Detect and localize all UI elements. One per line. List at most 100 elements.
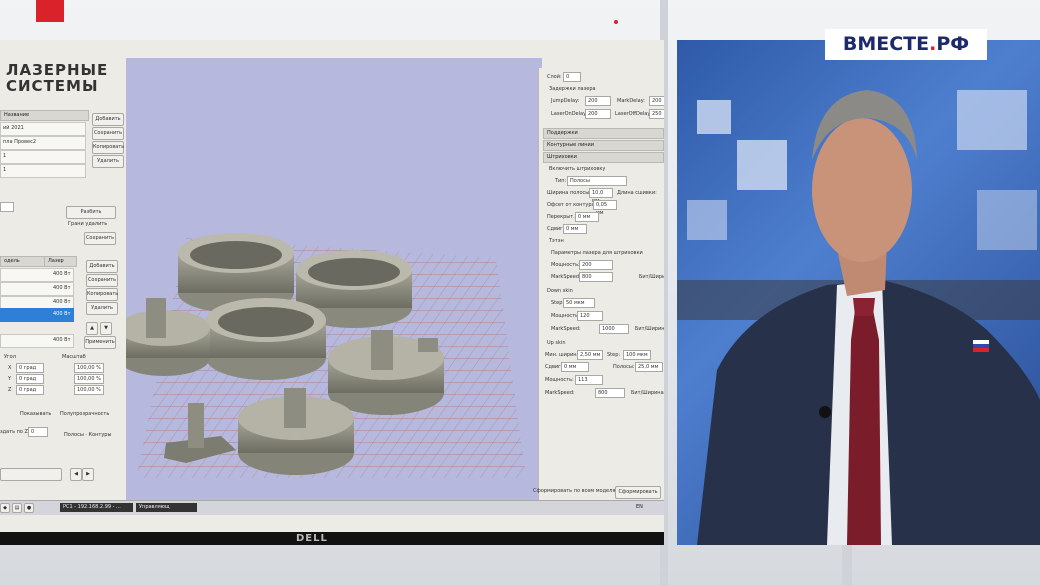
nav-prev-button[interactable]: ◀ bbox=[70, 468, 82, 481]
3d-viewport[interactable] bbox=[118, 58, 542, 500]
transparent-checkbox[interactable]: Полупрозрачность bbox=[60, 411, 109, 417]
laseron-input[interactable]: 200 bbox=[585, 109, 611, 119]
table-row[interactable]: 400 Вт bbox=[0, 268, 74, 282]
table-row[interactable]: 1 bbox=[0, 150, 86, 164]
up-shift-input[interactable]: 0 мм bbox=[561, 362, 589, 372]
show-checkbox[interactable]: Показывать bbox=[20, 411, 51, 417]
enable-hatch-checkbox[interactable]: Включить штриховку bbox=[549, 166, 605, 172]
table-row-selected[interactable]: 400 Вт bbox=[0, 308, 74, 322]
scale-x-input[interactable]: 100,00 % bbox=[74, 363, 104, 373]
table-row[interactable]: 400 Вт bbox=[0, 334, 74, 348]
jumpdelay-input[interactable]: 200 bbox=[585, 96, 611, 106]
move-down-button[interactable]: ▼ bbox=[100, 322, 112, 335]
rot-x-input[interactable]: 0 град bbox=[16, 363, 44, 373]
overlap-input[interactable]: 0 мм bbox=[575, 212, 599, 222]
save2-button[interactable]: Сохранить bbox=[84, 232, 116, 245]
scale-z-input[interactable]: 100,00 % bbox=[74, 385, 104, 395]
slice-button[interactable]: Разбить bbox=[66, 206, 116, 219]
language-indicator[interactable]: EN bbox=[636, 504, 643, 510]
up-step-label: Step: bbox=[607, 352, 621, 358]
apply-button[interactable]: Применить bbox=[84, 336, 116, 349]
down-power-input[interactable]: 120 bbox=[577, 311, 603, 321]
up-stripes-input[interactable]: 25,0 мм bbox=[635, 362, 663, 372]
monitor: ЛАЗЕРНЫЕ СИСТЕМЫ Название ий 2021 пла Пр… bbox=[0, 40, 664, 545]
table-row[interactable]: 400 Вт bbox=[0, 282, 74, 296]
copy-button[interactable]: Копировать bbox=[92, 141, 124, 154]
taskbar-item-control[interactable]: Управляющ bbox=[136, 503, 197, 512]
table2-save-button[interactable]: Сохранить bbox=[86, 274, 118, 287]
form-button[interactable]: Сформировать bbox=[615, 486, 661, 499]
channel-logo: ВМЕСТЕ.РФ bbox=[825, 29, 987, 60]
up-speed-input[interactable]: 800 bbox=[595, 388, 625, 398]
up-power-input[interactable]: 113 bbox=[575, 375, 603, 385]
markspeed-input[interactable]: 800 bbox=[579, 272, 613, 282]
laseroff-label: LaserOffDelay: bbox=[615, 111, 652, 117]
start-icon[interactable]: ◆ bbox=[0, 503, 10, 513]
red-marker bbox=[36, 0, 64, 22]
table-row[interactable]: ий 2021 bbox=[0, 122, 86, 136]
offset-label: Офсет от контура: bbox=[547, 202, 597, 208]
layer-label: Слой: bbox=[547, 74, 562, 80]
up-step-input[interactable]: 100 мкм bbox=[623, 350, 651, 360]
bottom-left-field[interactable] bbox=[0, 468, 62, 481]
app-title-line1: ЛАЗЕРНЫЕ bbox=[6, 61, 109, 79]
3d-model-render bbox=[118, 233, 526, 478]
layer-input[interactable]: 0 bbox=[563, 72, 581, 82]
shift-label: Сдвиг: bbox=[547, 226, 565, 232]
unit-label: Бит/Ширина bbox=[639, 274, 664, 280]
tatan-checkbox[interactable]: Тэтэн bbox=[549, 238, 564, 244]
scale-y-input[interactable]: 100,00 % bbox=[74, 374, 104, 384]
taskbar-item-remote[interactable]: PC1 - 192.168.2.99 - ... bbox=[60, 503, 133, 512]
app-title-line2: СИСТЕМЫ bbox=[6, 77, 99, 95]
settings-panel: Слой: 0 Задержки лазера JumpDelay: 200 M… bbox=[533, 68, 664, 508]
up-minwidth-label: Мин. ширина: bbox=[545, 352, 582, 358]
laser-params-header: Параметры лазера для штриховки bbox=[551, 250, 643, 256]
type-select[interactable]: Полосы bbox=[567, 176, 627, 186]
channel-logo-right: РФ bbox=[936, 33, 970, 55]
contour-label: Полосы · Контуры bbox=[64, 432, 112, 438]
rot-z-input[interactable]: 0 град bbox=[16, 385, 44, 395]
down-speed-input[interactable]: 1000 bbox=[599, 324, 629, 334]
type-label: Тип: bbox=[555, 178, 567, 184]
section-supports[interactable]: Поддержки bbox=[543, 128, 664, 139]
remove-faces-checkbox[interactable]: Грани удалить bbox=[68, 221, 107, 227]
folder-icon[interactable]: ▤ bbox=[12, 503, 22, 513]
table-row[interactable]: 1 bbox=[0, 164, 86, 178]
up-speed-label: MarkSpeed: bbox=[545, 390, 575, 396]
down-power-label: Мощность: bbox=[551, 313, 580, 319]
table2-copy-button[interactable]: Копировать bbox=[86, 288, 118, 301]
move-up-button[interactable]: ▲ bbox=[86, 322, 98, 335]
browser-icon[interactable]: ● bbox=[24, 503, 34, 513]
delete-button[interactable]: Удалить bbox=[92, 155, 124, 168]
save-button[interactable]: Сохранить bbox=[92, 127, 124, 140]
down-step-input[interactable]: 50 мкм bbox=[563, 298, 595, 308]
layer-z-label: здать по Z: bbox=[0, 429, 30, 435]
stripe-width-label: Ширина полосы: bbox=[547, 190, 591, 196]
rot-y-input[interactable]: 0 град bbox=[16, 374, 44, 384]
power-input[interactable]: 200 bbox=[579, 260, 613, 270]
section-hatching[interactable]: Штриховки bbox=[543, 152, 664, 163]
nav-next-button[interactable]: ▶ bbox=[82, 468, 94, 481]
layer-z-input[interactable]: 0 bbox=[28, 427, 48, 437]
stripe-width-input[interactable]: 10,0 мм bbox=[589, 188, 613, 204]
up-minwidth-input[interactable]: 2,50 мм bbox=[577, 350, 603, 360]
jumpdelay-label: JumpDelay: bbox=[551, 98, 580, 104]
markdelay-label: MarkDelay: bbox=[617, 98, 645, 104]
rotation-label: Угол bbox=[4, 354, 16, 360]
models-table-header: Название bbox=[0, 110, 89, 121]
table2-add-button[interactable]: Добавить bbox=[86, 260, 118, 273]
add-button[interactable]: Добавить bbox=[92, 113, 124, 126]
scale-label: Масштаб bbox=[62, 354, 86, 360]
flag-pin bbox=[973, 340, 989, 344]
video-feed bbox=[677, 40, 1040, 545]
unit-label-3: Бит/Ширина bbox=[631, 390, 664, 396]
section-contours[interactable]: Контурные линии bbox=[543, 140, 664, 151]
small-input[interactable] bbox=[0, 202, 14, 212]
shift-input[interactable]: 0 мм bbox=[563, 224, 587, 234]
down-speed-label: MarkSpeed: bbox=[551, 326, 581, 332]
offset-input[interactable]: 0,05 мм bbox=[593, 200, 617, 216]
laseroff-input[interactable]: 250 bbox=[649, 109, 664, 119]
table2-delete-button[interactable]: Удалить bbox=[86, 302, 118, 315]
markdelay-input[interactable]: 200 bbox=[649, 96, 664, 106]
table-row[interactable]: пла Провес2 bbox=[0, 136, 86, 150]
